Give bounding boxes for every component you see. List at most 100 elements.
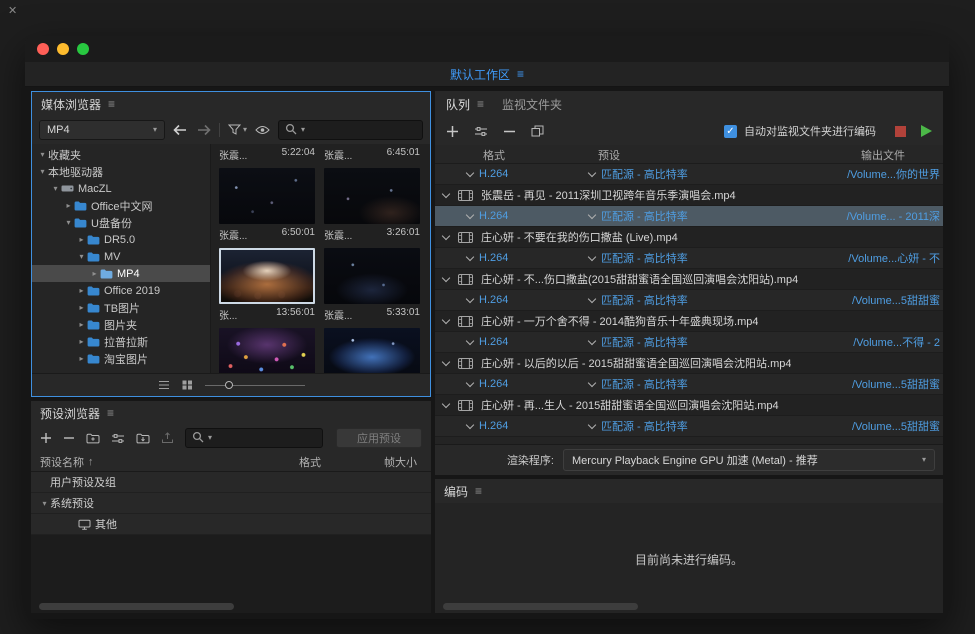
video-thumbnail[interactable] xyxy=(219,248,315,304)
zoom-slider[interactable] xyxy=(205,380,305,390)
format-dropdown[interactable] xyxy=(461,173,479,176)
chevron-down-icon[interactable]: ▾ xyxy=(76,252,87,261)
tree-item-U盘备份[interactable]: ▾U盘备份 xyxy=(32,214,210,231)
list-view-icon[interactable] xyxy=(158,380,170,390)
tree-item-DR5.0[interactable]: ▸DR5.0 xyxy=(32,231,210,248)
preset-link[interactable]: 匹配源 - 高比特率 xyxy=(601,376,688,392)
filter-icon[interactable]: ▾ xyxy=(228,124,247,136)
queue-source-row[interactable]: 庄心妍 - 一万个舍不得 - 2014酷狗音乐十年盛典现场.mp4 xyxy=(435,311,943,332)
format-link[interactable]: H.264 xyxy=(479,378,583,390)
renderer-dropdown[interactable]: Mercury Playback Engine GPU 加速 (Metal) -… xyxy=(563,449,935,471)
queue-source-row[interactable]: 庄心妍 - 不...伤口撒盐(2015甜甜蜜语全国巡回演唱会沈阳站).mp4 xyxy=(435,269,943,290)
preset-dropdown[interactable] xyxy=(583,173,601,176)
queue-output-row[interactable]: H.264匹配源 - 高比特率/Volume...你的世界 xyxy=(435,164,943,185)
chevron-right-icon[interactable]: ▸ xyxy=(76,235,87,244)
queue-output-row[interactable]: H.264 匹配源 - 高比特率/Volume...5甜甜蜜 xyxy=(435,416,943,437)
preset-link[interactable]: 匹配源 - 高比特率 xyxy=(601,418,688,434)
chevron-down-icon[interactable]: ▾ xyxy=(39,499,50,508)
duplicate-item-button[interactable] xyxy=(531,125,544,137)
preset-link[interactable]: 匹配源 - 高比特率 xyxy=(601,208,688,224)
format-dropdown[interactable] xyxy=(461,383,479,386)
chevron-right-icon[interactable]: ▸ xyxy=(76,337,87,346)
new-group-folder-icon[interactable] xyxy=(86,433,100,444)
video-thumbnail[interactable] xyxy=(219,168,315,224)
thumbnail-view-icon[interactable] xyxy=(182,380,193,390)
format-dropdown[interactable] xyxy=(461,257,479,260)
video-thumbnail[interactable] xyxy=(324,248,420,304)
remove-preset-button[interactable] xyxy=(63,432,75,444)
add-source-button[interactable] xyxy=(446,125,459,138)
tree-item-Office 2019[interactable]: ▸Office 2019 xyxy=(32,282,210,299)
queue-source-row[interactable]: 庄心妍 - 再...生人 - 2015甜甜蜜语全国巡回演唱会沈阳站.mp4 xyxy=(435,395,943,416)
chevron-right-icon[interactable]: ▸ xyxy=(76,354,87,363)
tree-item-MV[interactable]: ▾MV xyxy=(32,248,210,265)
add-preset-button[interactable] xyxy=(40,432,52,444)
chevron-down-icon[interactable]: ▾ xyxy=(63,218,74,227)
preset-dropdown[interactable] xyxy=(583,383,601,386)
panel-menu-icon[interactable]: ≡ xyxy=(108,97,115,111)
add-output-settings-icon[interactable] xyxy=(474,126,488,137)
tree-item-淘宝图片[interactable]: ▸淘宝图片 xyxy=(32,350,210,367)
auto-encode-checkbox[interactable]: ✓ xyxy=(724,125,737,138)
zoom-slider-knob[interactable] xyxy=(225,381,233,389)
format-link[interactable]: H.264 xyxy=(479,336,583,348)
tree-item-收藏夹[interactable]: ▾收藏夹 xyxy=(32,146,210,163)
chevron-right-icon[interactable]: ▸ xyxy=(76,286,87,295)
tree-item-MacZL[interactable]: ▾MacZL xyxy=(32,180,210,197)
search-input[interactable]: ▾ xyxy=(278,120,423,140)
column-preset-name[interactable]: 预设名称 ↑ xyxy=(40,454,94,470)
export-preset-icon[interactable] xyxy=(161,432,174,444)
queue-output-row[interactable]: H.264 匹配源 - 高比特率/Volume... - 2011深 xyxy=(435,206,943,227)
preset-link[interactable]: 匹配源 - 高比特率 xyxy=(601,334,688,350)
preset-row-其他[interactable]: 其他 xyxy=(31,514,431,535)
queue-output-row[interactable]: H.264 匹配源 - 高比特率/Volume...不得 - 2 xyxy=(435,332,943,353)
column-frame-size[interactable]: 帧大小 xyxy=(384,454,417,470)
chevron-down-icon[interactable]: ▾ xyxy=(50,184,61,193)
horizontal-scrollbar[interactable] xyxy=(39,603,234,610)
queue-source-row[interactable]: 庄心妍 - 不要在我的伤口撒盐 (Live).mp4 xyxy=(435,227,943,248)
preset-search-input[interactable]: ▾ xyxy=(185,428,323,448)
queue-source-row[interactable]: 庄心妍 - 以后的以后 - 2015甜甜蜜语全国巡回演唱会沈阳站.mp4 xyxy=(435,353,943,374)
chevron-right-icon[interactable]: ▸ xyxy=(63,201,74,210)
tree-item-本地驱动器[interactable]: ▾本地驱动器 xyxy=(32,163,210,180)
chevron-down-icon[interactable]: ▾ xyxy=(37,167,48,176)
format-link[interactable]: H.264 xyxy=(479,168,583,180)
tab-queue[interactable]: 队列 ≡ xyxy=(446,96,484,113)
tree-item-图片夹[interactable]: ▸图片夹 xyxy=(32,316,210,333)
output-file-link[interactable]: /Volume...不得 - 2 xyxy=(853,334,940,350)
queue-source-row[interactable]: 张震岳 - 再见 - 2011深圳卫视跨年音乐季演唱会.mp4 xyxy=(435,185,943,206)
format-link[interactable]: H.264 xyxy=(479,294,583,306)
close-button[interactable] xyxy=(37,43,49,55)
column-format[interactable]: 格式 xyxy=(299,454,321,470)
queue-output-row[interactable]: H.264 匹配源 - 高比特率/Volume...心妍 - 不 xyxy=(435,248,943,269)
format-dropdown[interactable] xyxy=(461,341,479,344)
format-dropdown[interactable] xyxy=(461,299,479,302)
output-file-link[interactable]: /Volume...5甜甜蜜 xyxy=(852,418,940,434)
preset-dropdown[interactable] xyxy=(583,257,601,260)
preset-dropdown[interactable] xyxy=(583,425,601,428)
format-link[interactable]: H.264 xyxy=(479,252,583,264)
stop-queue-button[interactable] xyxy=(895,126,906,137)
output-file-link[interactable]: /Volume...5甜甜蜜 xyxy=(852,376,940,392)
chevron-down-icon[interactable]: ▾ xyxy=(37,150,48,159)
format-link[interactable]: H.264 xyxy=(479,210,583,222)
minimize-button[interactable] xyxy=(57,43,69,55)
format-dropdown[interactable] xyxy=(461,215,479,218)
preset-dropdown[interactable] xyxy=(583,299,601,302)
format-dropdown[interactable] xyxy=(461,425,479,428)
tab-watch-folders[interactable]: 监视文件夹 xyxy=(502,96,562,113)
panel-menu-icon[interactable]: ≡ xyxy=(107,406,114,420)
output-file-link[interactable]: /Volume...心妍 - 不 xyxy=(848,250,940,266)
workspace-tab[interactable]: 默认工作区 ≡ xyxy=(450,66,524,83)
video-thumbnail[interactable] xyxy=(324,328,420,373)
tree-item-Office中文网[interactable]: ▸Office中文网 xyxy=(32,197,210,214)
preset-link[interactable]: 匹配源 - 高比特率 xyxy=(601,166,688,182)
output-file-link[interactable]: /Volume... - 2011深 xyxy=(847,208,940,224)
preview-eye-icon[interactable] xyxy=(255,125,270,135)
format-link[interactable]: H.264 xyxy=(479,420,583,432)
chevron-right-icon[interactable]: ▸ xyxy=(76,303,87,312)
queue-output-row[interactable]: H.264 匹配源 - 高比特率/Volume...5甜甜蜜 xyxy=(435,374,943,395)
queue-output-row[interactable]: H.264匹配源 - 高比特率/Volume...5甜甜蜜 xyxy=(435,290,943,311)
preset-link[interactable]: 匹配源 - 高比特率 xyxy=(601,250,688,266)
preset-dropdown[interactable] xyxy=(583,341,601,344)
